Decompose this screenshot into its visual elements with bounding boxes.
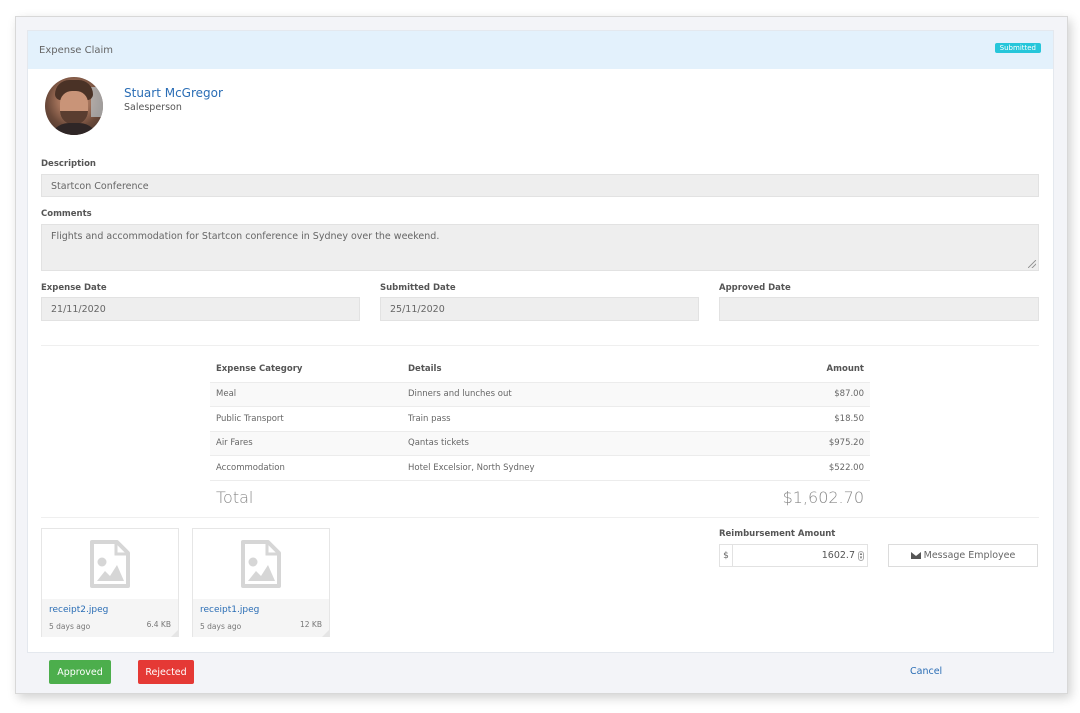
expense-claim-window: Expense Claim Submitted Stuart McGregor … <box>15 16 1068 694</box>
message-employee-button[interactable]: Message Employee <box>888 544 1038 567</box>
details-cell: Dinners and lunches out <box>402 382 682 407</box>
amount-cell: $18.50 <box>681 406 870 432</box>
column-header-category: Expense Category <box>210 357 402 383</box>
image-file-icon <box>90 540 130 588</box>
panel-title: Expense Claim <box>39 44 114 56</box>
details-cell: Train pass <box>402 406 682 432</box>
expenses-table: Expense Category Details Amount Meal Din… <box>210 357 870 514</box>
description-field[interactable]: Startcon Conference <box>41 174 1039 197</box>
table-row: Air Fares Qantas tickets $975.20 <box>210 431 870 456</box>
table-row: Accommodation Hotel Excelsior, North Syd… <box>210 455 870 481</box>
avatar <box>45 77 103 135</box>
category-cell: Public Transport <box>210 406 402 432</box>
amount-cell: $87.00 <box>681 382 870 407</box>
employee-role: Salesperson <box>124 102 182 113</box>
amount-cell: $975.20 <box>681 431 870 456</box>
cancel-link[interactable]: Cancel <box>910 666 942 677</box>
submitted-date-label: Submitted Date <box>380 283 456 293</box>
table-header-row: Expense Category Details Amount <box>210 357 870 383</box>
message-employee-label: Message Employee <box>923 550 1016 561</box>
expense-date-field[interactable]: 21/11/2020 <box>41 297 360 321</box>
expense-claim-panel: Expense Claim Submitted Stuart McGregor … <box>27 30 1054 653</box>
table-row: Public Transport Train pass $18.50 <box>210 406 870 432</box>
attachment-age: 5 days ago <box>49 622 91 631</box>
currency-addon: $ <box>720 545 733 566</box>
column-header-amount: Amount <box>681 357 870 383</box>
panel-header: Expense Claim Submitted <box>28 31 1053 69</box>
employee-profile: Stuart McGregor Salesperson <box>45 77 223 135</box>
status-badge: Submitted <box>994 43 1041 53</box>
total-value: $1,602.70 <box>782 487 864 507</box>
reject-button[interactable]: Rejected <box>138 660 194 684</box>
category-cell: Meal <box>210 382 402 407</box>
resize-handle-icon[interactable] <box>1028 260 1036 268</box>
category-cell: Accommodation <box>210 455 402 481</box>
category-cell: Air Fares <box>210 431 402 456</box>
table-row: Meal Dinners and lunches out $87.00 <box>210 382 870 407</box>
employee-name-link[interactable]: Stuart McGregor <box>124 86 223 100</box>
approve-button[interactable]: Approved <box>49 660 111 684</box>
comments-label: Comments <box>41 209 92 219</box>
column-header-details: Details <box>402 357 682 383</box>
section-divider <box>41 345 1039 346</box>
description-label: Description <box>41 159 96 169</box>
section-divider <box>41 517 1039 518</box>
attachment-filename-link[interactable]: receipt2.jpeg <box>49 605 171 615</box>
amount-cell: $522.00 <box>681 455 870 481</box>
image-file-icon <box>241 540 281 588</box>
expense-date-label: Expense Date <box>41 283 107 293</box>
approved-date-field[interactable] <box>719 297 1039 321</box>
attachment-size: 6.4 KB <box>146 620 171 629</box>
envelope-icon <box>910 552 921 559</box>
attachment-age: 5 days ago <box>200 622 242 631</box>
attachment-card[interactable]: receipt1.jpeg 5 days ago 12 KB <box>192 528 330 637</box>
reimbursement-input-group: $ ▴▾ <box>719 544 868 567</box>
reimbursement-amount-input[interactable] <box>733 545 867 566</box>
comments-textarea[interactable]: Flights and accommodation for Startcon c… <box>41 224 1039 271</box>
attachment-card[interactable]: receipt2.jpeg 5 days ago 6.4 KB <box>41 528 179 637</box>
comments-text: Flights and accommodation for Startcon c… <box>51 231 440 242</box>
submitted-date-field[interactable]: 25/11/2020 <box>380 297 699 321</box>
details-cell: Qantas tickets <box>402 431 682 456</box>
total-label: Total <box>216 487 254 507</box>
number-spinner-icon[interactable]: ▴ ▾ <box>858 551 864 561</box>
attachment-size: 12 KB <box>300 620 322 629</box>
reimbursement-label: Reimbursement Amount <box>719 529 836 539</box>
total-row: Total $1,602.70 <box>210 480 870 514</box>
approved-date-label: Approved Date <box>719 283 791 293</box>
details-cell: Hotel Excelsior, North Sydney <box>402 455 682 481</box>
attachment-filename-link[interactable]: receipt1.jpeg <box>200 605 322 615</box>
